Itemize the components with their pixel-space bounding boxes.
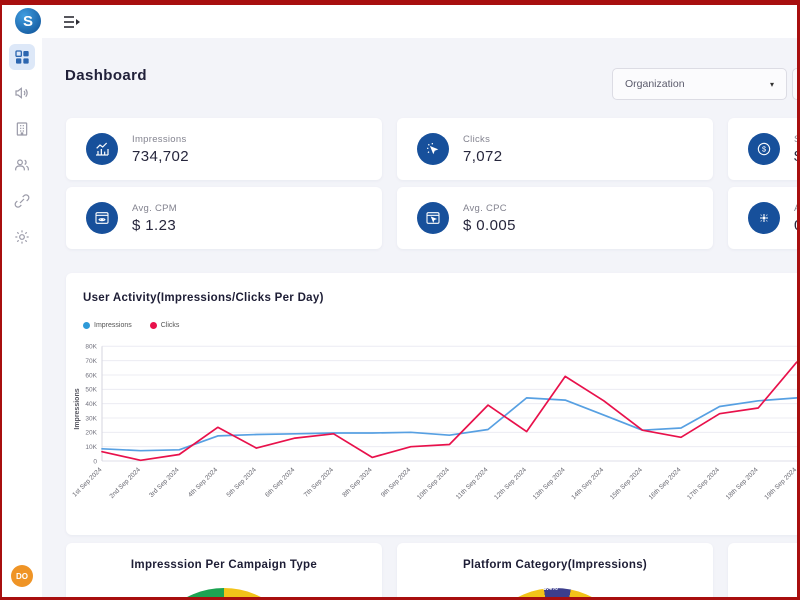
organization-dropdown-value: Organization	[625, 78, 685, 90]
bar-chart-icon	[86, 133, 118, 165]
svg-text:19th Sep 2024: 19th Sep 2024	[763, 466, 798, 501]
grid-icon	[14, 49, 30, 65]
sidebar-item-links[interactable]	[9, 188, 35, 214]
platform-pie-card: Platform Category(Impressions) 5.4%	[397, 543, 713, 600]
link-icon	[14, 193, 30, 209]
sidebar-item-dashboard[interactable]	[9, 44, 35, 70]
campaign-pie-chart[interactable]	[144, 588, 304, 600]
user-activity-chart-card: User Activity(Impressions/Clicks Per Day…	[66, 273, 800, 535]
megaphone-icon	[14, 85, 30, 101]
gear-icon	[14, 229, 30, 245]
sidebar-item-campaigns[interactable]	[9, 80, 35, 106]
svg-text:40K: 40K	[85, 401, 97, 408]
ctr-target-icon	[748, 202, 780, 234]
svg-text:6th Sep 2024: 6th Sep 2024	[264, 466, 297, 499]
svg-text:13th Sep 2024: 13th Sep 2024	[532, 466, 567, 501]
svg-text:80K: 80K	[85, 344, 97, 351]
chart-legend: Impressions Clicks	[83, 322, 179, 329]
svg-text:10K: 10K	[85, 444, 97, 451]
app-logo-icon[interactable]: S	[15, 8, 41, 34]
legend-label: Clicks	[161, 322, 180, 329]
svg-text:9th Sep 2024: 9th Sep 2024	[380, 466, 413, 499]
svg-text:4th Sep 2024: 4th Sep 2024	[187, 466, 220, 499]
line-chart-svg: 0 10K 20K 30K 40K 50K 60K 70K 80K 1st Sep 20242nd…	[66, 339, 800, 529]
users-icon	[14, 157, 30, 173]
chart-title: User Activity(Impressions/Clicks Per Day…	[83, 292, 324, 304]
svg-text:1st Sep 2024: 1st Sep 2024	[71, 466, 103, 498]
sidebar-toggle-icon[interactable]	[62, 13, 82, 31]
legend-label: Impressions	[94, 322, 132, 329]
cpm-window-icon	[86, 202, 118, 234]
sidebar-nav: DO	[2, 38, 42, 597]
legend-item-clicks[interactable]: Clicks	[150, 322, 180, 329]
svg-text:Impressions: Impressions	[74, 388, 81, 429]
svg-text:$: $	[762, 145, 766, 154]
svg-text:70K: 70K	[85, 358, 97, 365]
svg-text:15th Sep 2024: 15th Sep 2024	[609, 466, 644, 501]
stat-card-clicks: Clicks 7,072	[397, 118, 713, 180]
svg-text:50K: 50K	[85, 387, 97, 394]
pie-title: Impresssion Per Campaign Type	[66, 559, 382, 571]
svg-text:18th Sep 2024: 18th Sep 2024	[725, 466, 760, 501]
campaign-pie-card: Impresssion Per Campaign Type	[66, 543, 382, 600]
top-bar: S	[2, 5, 797, 38]
svg-text:14th Sep 2024: 14th Sep 2024	[570, 466, 605, 501]
click-cursor-icon	[417, 133, 449, 165]
svg-text:20K: 20K	[85, 430, 97, 437]
building-icon	[14, 121, 30, 137]
svg-text:16th Sep 2024: 16th Sep 2024	[648, 466, 683, 501]
svg-text:12th Sep 2024: 12th Sep 2024	[493, 466, 528, 501]
stat-card-spends: $ Spends $ 2,75	[728, 118, 800, 180]
svg-text:5th Sep 2024: 5th Sep 2024	[226, 466, 259, 499]
stat-value: $ 0.005	[463, 217, 516, 234]
stat-label: Avg. CTR	[794, 203, 800, 214]
cpc-window-icon	[417, 202, 449, 234]
pie-slice-label: 5.4%	[543, 585, 558, 592]
stat-card-avg-cpm: Avg. CPM $ 1.23	[66, 187, 382, 249]
pie-title: Platform Category(Impressions)	[397, 559, 713, 571]
svg-text:8th Sep 2024: 8th Sep 2024	[341, 466, 374, 499]
chevron-down-icon: ▾	[770, 80, 774, 89]
svg-text:2nd Sep 2024: 2nd Sep 2024	[108, 466, 142, 500]
svg-text:3rd Sep 2024: 3rd Sep 2024	[148, 466, 181, 499]
stat-card-avg-ctr: Avg. CTR 0.642	[728, 187, 800, 249]
svg-text:17th Sep 2024: 17th Sep 2024	[686, 466, 721, 501]
stat-label: Spends	[794, 134, 800, 145]
dollar-coin-icon: $	[748, 133, 780, 165]
stat-card-impressions: Impressions 734,702	[66, 118, 382, 180]
sidebar-item-organization[interactable]	[9, 116, 35, 142]
page-title: Dashboard	[65, 67, 147, 84]
user-avatar[interactable]: DO	[11, 565, 33, 587]
svg-text:11th Sep 2024: 11th Sep 2024	[455, 466, 490, 501]
app-window: S	[0, 0, 800, 600]
stat-label: Avg. CPM	[132, 203, 177, 214]
stat-label: Avg. CPC	[463, 203, 516, 214]
sidebar-item-settings[interactable]	[9, 224, 35, 250]
clipped-filter-control[interactable]	[792, 68, 800, 100]
svg-text:30K: 30K	[85, 415, 97, 422]
stat-value: 0.642	[794, 217, 800, 234]
stat-value: $ 1.23	[132, 217, 177, 234]
svg-text:60K: 60K	[85, 372, 97, 379]
stat-card-avg-cpc: Avg. CPC $ 0.005	[397, 187, 713, 249]
stat-label: Clicks	[463, 134, 503, 145]
svg-text:10th Sep 2024: 10th Sep 2024	[416, 466, 451, 501]
sidebar-item-users[interactable]	[9, 152, 35, 178]
impressions-dot-icon	[83, 322, 90, 329]
svg-text:7th Sep 2024: 7th Sep 2024	[303, 466, 336, 499]
svg-text:0: 0	[93, 458, 97, 465]
clicks-dot-icon	[150, 322, 157, 329]
legend-item-impressions[interactable]: Impressions	[83, 322, 132, 329]
clipped-bottom-card	[728, 543, 800, 600]
stat-label: Impressions	[132, 134, 189, 145]
stat-value: 734,702	[132, 148, 189, 165]
stat-value: $ 2,75	[794, 148, 800, 165]
stat-value: 7,072	[463, 148, 503, 165]
organization-dropdown[interactable]: Organization ▾	[612, 68, 787, 100]
